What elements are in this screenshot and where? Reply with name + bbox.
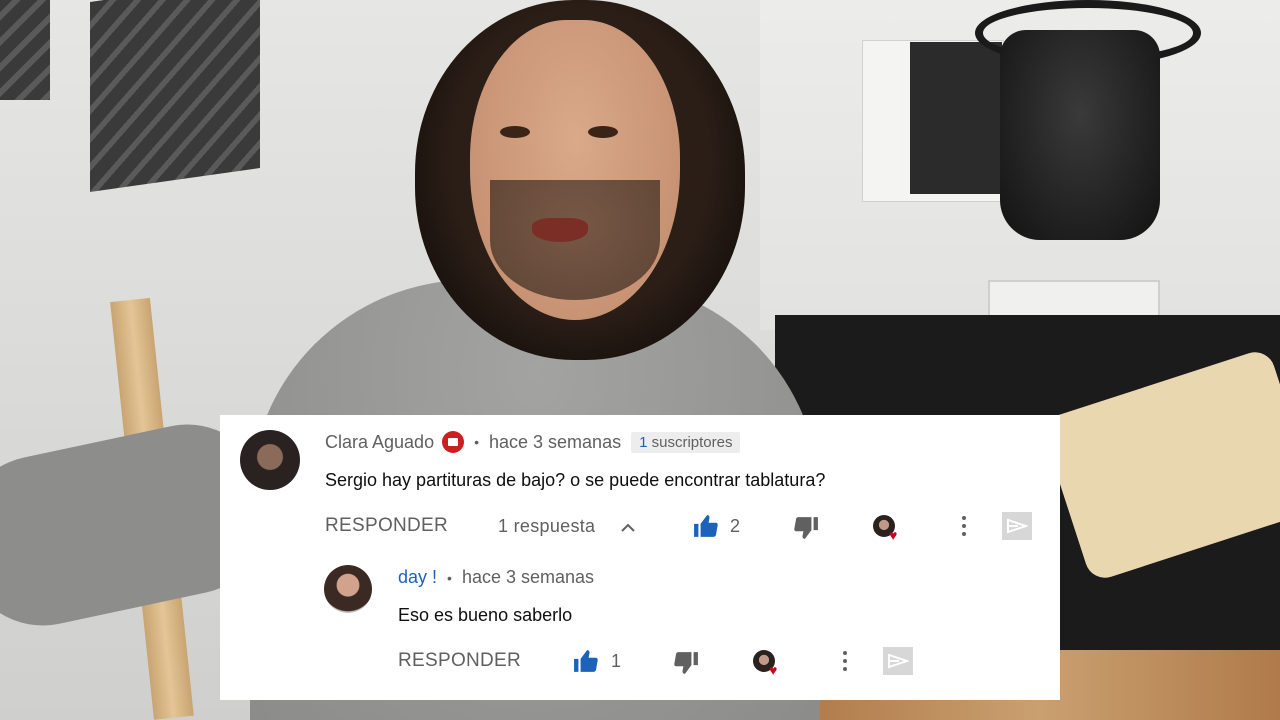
share-icon[interactable]: [1002, 512, 1032, 540]
creator-heart-icon: ♥: [889, 527, 898, 543]
microphone: [1000, 30, 1160, 240]
acoustic-foam: [90, 0, 260, 192]
acoustic-foam: [0, 0, 50, 100]
reply-meta: day ! • hace 3 semanas: [398, 567, 594, 588]
thumbs-up-icon[interactable]: [692, 513, 720, 539]
reply-respond-button[interactable]: RESPONDER: [398, 650, 521, 672]
reply-time[interactable]: hace 3 semanas: [462, 567, 594, 588]
comment-time[interactable]: hace 3 semanas: [489, 432, 621, 453]
separator-dot: •: [447, 569, 452, 586]
creator-heart-icon: ♥: [769, 662, 778, 678]
like-count: 2: [730, 516, 741, 536]
person-eye: [588, 126, 618, 138]
subscriber-badge: 1 suscriptores: [631, 431, 741, 453]
reply-like-count: 1: [611, 651, 622, 671]
red-badge-icon: [442, 431, 465, 453]
subscriber-label: suscriptores: [651, 433, 733, 451]
chevron-up-icon[interactable]: [618, 518, 638, 538]
more-vert-icon[interactable]: [842, 651, 848, 671]
shelf-door: [910, 42, 1002, 194]
thumbs-down-icon[interactable]: [672, 650, 700, 676]
person-eye: [500, 126, 530, 138]
thumbs-down-icon[interactable]: [792, 515, 820, 541]
view-replies-button[interactable]: 1 respuesta: [498, 516, 595, 537]
separator-dot: •: [474, 434, 479, 450]
comment-meta: Clara Aguado • hace 3 semanas 1 suscript…: [325, 431, 741, 453]
subscriber-count: 1: [639, 433, 648, 451]
tv: [988, 280, 1160, 320]
comment-author[interactable]: Clara Aguado: [325, 432, 434, 453]
person-mouth: [532, 218, 588, 242]
comment-text: Sergio hay partituras de bajo? o se pued…: [325, 470, 826, 490]
more-vert-icon[interactable]: [961, 516, 967, 536]
comment-card: Clara Aguado • hace 3 semanas 1 suscript…: [220, 415, 1060, 700]
reply-text: Eso es bueno saberlo: [398, 605, 573, 625]
reply-button[interactable]: RESPONDER: [325, 515, 448, 537]
reply-avatar[interactable]: [324, 565, 372, 613]
share-icon[interactable]: [883, 647, 913, 675]
avatar[interactable]: [240, 430, 300, 490]
reply-author[interactable]: day !: [398, 567, 437, 588]
thumbs-up-icon[interactable]: [572, 648, 600, 674]
